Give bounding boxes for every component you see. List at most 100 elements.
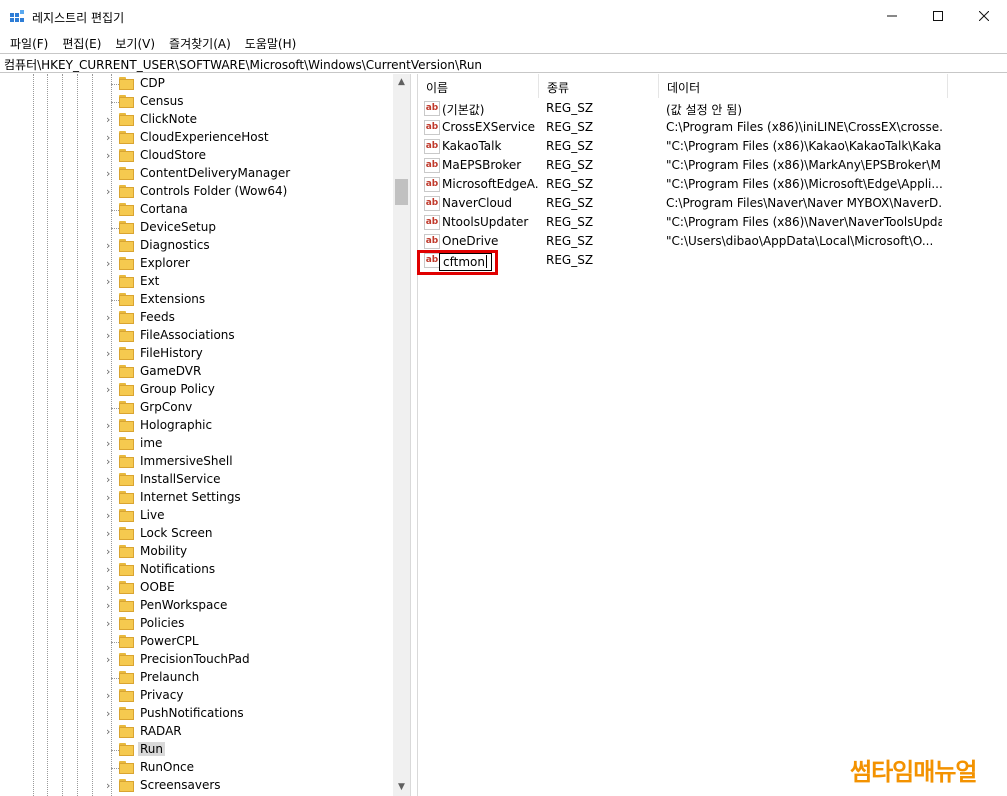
tree-item[interactable]: Cortana bbox=[0, 201, 393, 219]
close-button[interactable] bbox=[961, 0, 1007, 32]
tree-item[interactable]: › PrecisionTouchPad bbox=[0, 651, 393, 669]
expand-chevron-icon[interactable]: › bbox=[106, 256, 116, 272]
maximize-button[interactable] bbox=[915, 0, 961, 32]
expand-chevron-icon[interactable]: › bbox=[106, 328, 116, 344]
tree-item[interactable]: CDP bbox=[0, 75, 393, 93]
scroll-up-arrow-icon[interactable]: ▲ bbox=[393, 74, 410, 91]
rename-input[interactable]: cftmon bbox=[439, 253, 492, 271]
tree-item[interactable]: DeviceSetup bbox=[0, 219, 393, 237]
tree-item[interactable]: PowerCPL bbox=[0, 633, 393, 651]
tree-item[interactable]: › Holographic bbox=[0, 417, 393, 435]
tree-item[interactable]: › ime bbox=[0, 435, 393, 453]
menu-favorites[interactable]: 즐겨찾기(A) bbox=[162, 32, 238, 52]
tree-item[interactable]: › PushNotifications bbox=[0, 705, 393, 723]
tree-item[interactable]: › Privacy bbox=[0, 687, 393, 705]
menu-file[interactable]: 파일(F) bbox=[3, 32, 55, 52]
expand-chevron-icon[interactable]: › bbox=[106, 706, 116, 722]
expand-chevron-icon[interactable]: › bbox=[106, 490, 116, 506]
value-row[interactable]: ab (기본값) REG_SZ (값 설정 안 됨) bbox=[418, 99, 1007, 118]
expand-chevron-icon[interactable]: › bbox=[106, 454, 116, 470]
menu-edit[interactable]: 편집(E) bbox=[55, 32, 108, 52]
tree-item[interactable]: › OOBE bbox=[0, 579, 393, 597]
tree-connector bbox=[111, 84, 119, 85]
tree-item[interactable]: › Mobility bbox=[0, 543, 393, 561]
tree-item[interactable]: › ImmersiveShell bbox=[0, 453, 393, 471]
tree-item[interactable]: › Controls Folder (Wow64) bbox=[0, 183, 393, 201]
tree-item[interactable]: › CloudStore bbox=[0, 147, 393, 165]
expand-chevron-icon[interactable]: › bbox=[106, 436, 116, 452]
tree-item[interactable]: GrpConv bbox=[0, 399, 393, 417]
expand-chevron-icon[interactable]: › bbox=[106, 778, 116, 794]
tree-item[interactable]: › Internet Settings bbox=[0, 489, 393, 507]
tree-item[interactable]: › GameDVR bbox=[0, 363, 393, 381]
tree-item[interactable]: Census bbox=[0, 93, 393, 111]
tree-item[interactable]: › Group Policy bbox=[0, 381, 393, 399]
expand-chevron-icon[interactable]: › bbox=[106, 184, 116, 200]
tree-item[interactable]: › FileAssociations bbox=[0, 327, 393, 345]
tree-scrollbar[interactable]: ▲ ▼ bbox=[393, 74, 410, 796]
menu-view[interactable]: 보기(V) bbox=[108, 32, 162, 52]
tree-item[interactable]: Prelaunch bbox=[0, 669, 393, 687]
tree-item[interactable]: › Screensavers bbox=[0, 777, 393, 795]
menu-help[interactable]: 도움말(H) bbox=[238, 32, 304, 52]
scroll-down-arrow-icon[interactable]: ▼ bbox=[393, 779, 410, 796]
tree-item[interactable]: › Policies bbox=[0, 615, 393, 633]
tree-item[interactable]: › Ext bbox=[0, 273, 393, 291]
value-row[interactable]: ab MicrosoftEdgeA... REG_SZ "C:\Program Fil… bbox=[418, 175, 1007, 194]
expand-chevron-icon[interactable]: › bbox=[106, 274, 116, 290]
expand-chevron-icon[interactable]: › bbox=[106, 364, 116, 380]
expand-chevron-icon[interactable]: › bbox=[106, 544, 116, 560]
tree-item[interactable]: › Lock Screen bbox=[0, 525, 393, 543]
expand-chevron-icon[interactable]: › bbox=[106, 310, 116, 326]
column-header-name[interactable]: 이름 bbox=[418, 74, 539, 98]
expand-chevron-icon[interactable]: › bbox=[106, 238, 116, 254]
address-bar[interactable]: 컴퓨터\HKEY_CURRENT_USER\SOFTWARE\Microsoft… bbox=[0, 53, 1007, 73]
expand-chevron-icon[interactable]: › bbox=[106, 346, 116, 362]
expand-chevron-icon[interactable]: › bbox=[106, 130, 116, 146]
value-row[interactable]: ab NaverCloud REG_SZ C:\Program Files\Naver… bbox=[418, 194, 1007, 213]
expand-chevron-icon[interactable]: › bbox=[106, 382, 116, 398]
expand-chevron-icon[interactable]: › bbox=[106, 652, 116, 668]
value-row[interactable]: ab REG_SZ bbox=[418, 251, 1007, 270]
value-row[interactable]: ab KakaoTalk REG_SZ "C:\Program Files (x86)… bbox=[418, 137, 1007, 156]
string-value-icon: ab bbox=[424, 139, 440, 154]
value-list[interactable]: 이름 종류 데이터 ab (기본값) REG_SZ (값 설정 안 됨) ab Cross… bbox=[417, 74, 1007, 796]
tree-item[interactable]: › InstallService bbox=[0, 471, 393, 489]
column-header-data[interactable]: 데이터 bbox=[659, 74, 948, 98]
value-row[interactable]: ab OneDrive REG_SZ "C:\Users\dibao\AppData\… bbox=[418, 232, 1007, 251]
tree-item[interactable]: › Notifications bbox=[0, 561, 393, 579]
value-row[interactable]: ab CrossEXService REG_SZ C:\Program Files (… bbox=[418, 118, 1007, 137]
minimize-button[interactable] bbox=[869, 0, 915, 32]
expand-chevron-icon[interactable]: › bbox=[106, 598, 116, 614]
expand-chevron-icon[interactable]: › bbox=[106, 724, 116, 740]
column-header-type[interactable]: 종류 bbox=[539, 74, 659, 98]
expand-chevron-icon[interactable]: › bbox=[106, 148, 116, 164]
expand-chevron-icon[interactable]: › bbox=[106, 526, 116, 542]
tree-item[interactable]: Extensions bbox=[0, 291, 393, 309]
tree-item[interactable]: › Explorer bbox=[0, 255, 393, 273]
value-row[interactable]: ab MaEPSBroker REG_SZ "C:\Program Files (x8… bbox=[418, 156, 1007, 175]
expand-chevron-icon[interactable]: › bbox=[106, 508, 116, 524]
expand-chevron-icon[interactable]: › bbox=[106, 418, 116, 434]
registry-tree[interactable]: CDP Census › ClickNote › CloudExperienceHost ›… bbox=[0, 74, 411, 796]
tree-item[interactable]: › Feeds bbox=[0, 309, 393, 327]
expand-chevron-icon[interactable]: › bbox=[106, 112, 116, 128]
expand-chevron-icon[interactable]: › bbox=[106, 580, 116, 596]
tree-item[interactable]: › ClickNote bbox=[0, 111, 393, 129]
tree-item[interactable]: › Diagnostics bbox=[0, 237, 393, 255]
expand-chevron-icon[interactable]: › bbox=[106, 166, 116, 182]
expand-chevron-icon[interactable]: › bbox=[106, 472, 116, 488]
tree-item[interactable]: › FileHistory bbox=[0, 345, 393, 363]
tree-item[interactable]: › CloudExperienceHost bbox=[0, 129, 393, 147]
tree-item[interactable]: Run bbox=[0, 741, 393, 759]
tree-item[interactable]: › ContentDeliveryManager bbox=[0, 165, 393, 183]
tree-item[interactable]: RunOnce bbox=[0, 759, 393, 777]
tree-item[interactable]: › RADAR bbox=[0, 723, 393, 741]
tree-item[interactable]: › Live bbox=[0, 507, 393, 525]
expand-chevron-icon[interactable]: › bbox=[106, 616, 116, 632]
scroll-thumb[interactable] bbox=[395, 179, 408, 205]
expand-chevron-icon[interactable]: › bbox=[106, 688, 116, 704]
value-row[interactable]: ab NtoolsUpdater REG_SZ "C:\Program Files (… bbox=[418, 213, 1007, 232]
expand-chevron-icon[interactable]: › bbox=[106, 562, 116, 578]
tree-item[interactable]: › PenWorkspace bbox=[0, 597, 393, 615]
